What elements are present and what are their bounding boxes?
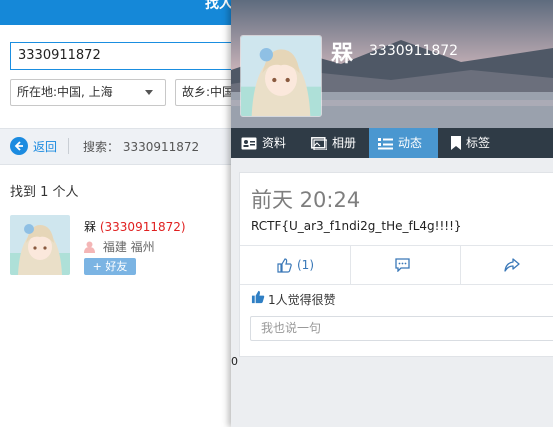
window-title: 找人 bbox=[205, 0, 233, 12]
comment-button[interactable] bbox=[350, 246, 461, 284]
person-icon bbox=[84, 241, 95, 253]
activity-post: 前天 20:24 RCTF{U_ar3_f1ndi2g_tHe_fL4g!!!!… bbox=[239, 172, 553, 357]
share-icon bbox=[504, 258, 520, 272]
hometown-select-label: 故乡:中国 bbox=[182, 85, 235, 99]
profile-avatar[interactable] bbox=[240, 35, 322, 117]
thumbs-up-icon bbox=[277, 258, 292, 273]
profile-window: 槑 3330911872 资料 相册 动态 标签 前天 20:24 RCTF{U… bbox=[231, 0, 553, 427]
profile-nickname: 槑 bbox=[331, 42, 354, 67]
search-window-header: 找人 bbox=[0, 0, 240, 25]
location-select-label: 所在地:中国, 上海 bbox=[17, 85, 113, 99]
bookmark-icon bbox=[451, 136, 461, 150]
back-link[interactable]: 返回 bbox=[33, 138, 57, 155]
result-nickname: 槑 bbox=[84, 220, 97, 234]
tab-tags-label: 标签 bbox=[466, 136, 491, 150]
tab-album-label: 相册 bbox=[332, 136, 357, 150]
post-actions: (1) bbox=[240, 245, 553, 285]
result-count: 找到 1 个人 bbox=[10, 185, 79, 200]
profile-card-icon bbox=[241, 137, 257, 150]
add-friend-button[interactable]: + 好友 bbox=[84, 258, 136, 275]
profile-qq-number: 3330911872 bbox=[369, 43, 459, 59]
back-arrow-icon[interactable] bbox=[10, 137, 28, 155]
result-location-text: 福建 福州 bbox=[102, 240, 155, 254]
tab-tags[interactable]: 标签 bbox=[451, 128, 511, 158]
tab-activity[interactable]: 动态 bbox=[369, 128, 438, 158]
comment-input[interactable]: 我也说一句 bbox=[250, 316, 553, 341]
share-button[interactable] bbox=[460, 246, 553, 284]
search-window: 找人 3330911872 所在地:中国, 上海 故乡:中国 返回 搜索： 33… bbox=[0, 0, 245, 427]
search-input[interactable]: 3330911872 bbox=[10, 42, 232, 70]
list-icon bbox=[378, 138, 393, 150]
location-select[interactable]: 所在地:中国, 上海 bbox=[10, 79, 166, 106]
like-count: (1) bbox=[297, 258, 314, 272]
tab-profile[interactable]: 资料 bbox=[241, 128, 301, 158]
avatar[interactable] bbox=[10, 215, 70, 275]
breadcrumb: 返回 搜索： 3330911872 bbox=[0, 128, 240, 165]
thumbs-up-filled-icon bbox=[251, 290, 265, 304]
chevron-down-icon bbox=[145, 90, 153, 95]
tab-album[interactable]: 相册 bbox=[311, 128, 371, 158]
result-qq-number: (3330911872) bbox=[99, 220, 186, 234]
result-location: 福建 福州 bbox=[84, 238, 155, 255]
tab-activity-label: 动态 bbox=[398, 136, 423, 150]
comment-icon bbox=[395, 258, 410, 272]
stray-text: 0 bbox=[231, 355, 238, 368]
likes-text: 1人觉得很赞 bbox=[268, 293, 336, 307]
post-time: 前天 20:24 bbox=[251, 188, 361, 212]
result-name[interactable]: 槑 (3330911872) bbox=[84, 218, 186, 235]
profile-banner: 槑 3330911872 bbox=[231, 0, 553, 128]
search-summary: 搜索： 3330911872 bbox=[83, 140, 200, 154]
divider bbox=[68, 138, 69, 154]
tab-profile-label: 资料 bbox=[262, 136, 287, 150]
post-content: RCTF{U_ar3_f1ndi2g_tHe_fL4g!!!!} bbox=[251, 219, 462, 233]
like-button[interactable]: (1) bbox=[240, 246, 351, 284]
album-icon bbox=[311, 137, 327, 150]
profile-tabs: 资料 相册 动态 标签 bbox=[231, 128, 553, 158]
